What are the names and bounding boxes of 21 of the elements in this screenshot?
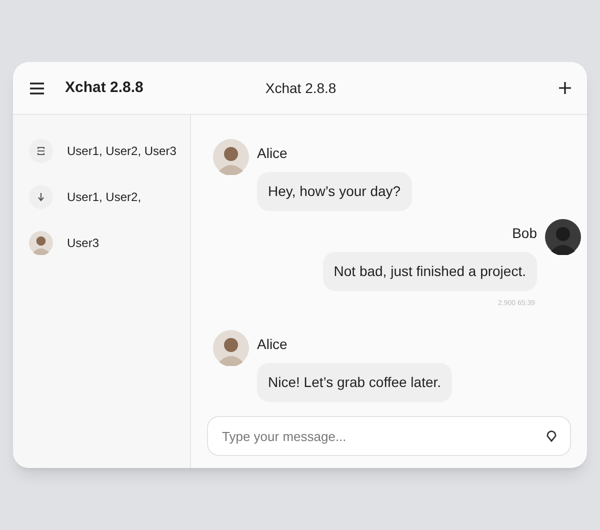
app-title: Xchat 2.8.8 xyxy=(65,78,144,98)
menu-icon[interactable] xyxy=(29,82,45,94)
location-pin-icon[interactable] xyxy=(546,430,557,442)
sender-name: Alice xyxy=(257,144,288,163)
avatar-icon xyxy=(213,139,249,175)
avatar-icon xyxy=(213,330,249,366)
message-bubble: Nice! Let’s grab coffee later. xyxy=(257,362,452,402)
sender-name: Alice xyxy=(257,334,288,354)
arrow-down-icon xyxy=(29,185,53,209)
conversation-name[interactable]: User1, User2, User3 xyxy=(67,142,176,160)
conversation-name[interactable]: User3 xyxy=(67,234,100,252)
avatar-icon xyxy=(545,219,581,255)
plus-icon[interactable] xyxy=(559,82,571,94)
bracket-icon xyxy=(29,139,53,163)
conversation-name[interactable]: User1, User2, xyxy=(67,188,142,206)
sender-name: Bob xyxy=(512,224,537,243)
avatar-icon xyxy=(29,231,53,255)
message-bubble: Hey, how’s your day? xyxy=(257,172,412,211)
message-bubble: Not bad, just finished a project. xyxy=(322,252,537,291)
chat-title: Xchat 2.8.8 xyxy=(265,78,336,98)
message-input[interactable]: Type your message... xyxy=(207,416,571,456)
